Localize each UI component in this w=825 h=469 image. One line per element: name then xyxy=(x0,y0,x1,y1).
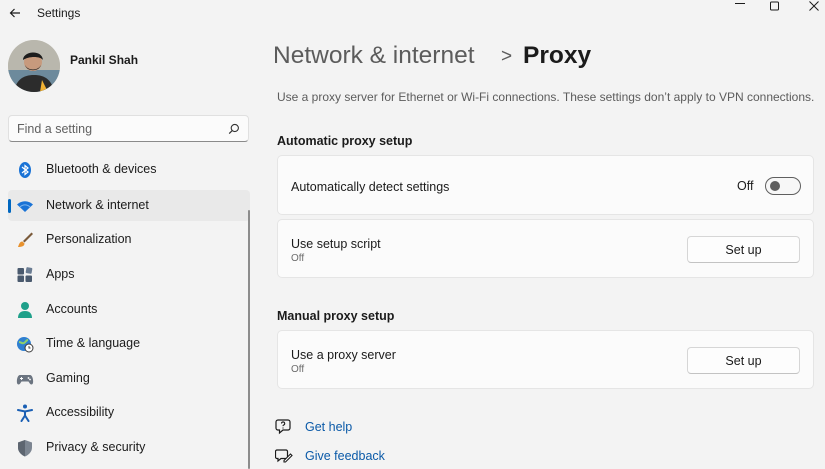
accounts-icon xyxy=(18,302,32,318)
wifi-icon xyxy=(17,201,33,212)
give-feedback-label: Give feedback xyxy=(305,449,385,463)
back-button[interactable] xyxy=(6,4,24,22)
toggle-knob xyxy=(770,181,780,191)
sidebar-item-network-internet[interactable]: Network & internet xyxy=(8,190,250,221)
sidebar-item-label: Gaming xyxy=(46,371,90,385)
breadcrumb-parent[interactable]: Network & internet xyxy=(273,42,475,70)
avatar-photo xyxy=(8,40,60,92)
get-help-label: Get help xyxy=(305,420,353,434)
selection-indicator xyxy=(8,199,11,213)
sidebar-item-privacy-security[interactable]: Privacy & security xyxy=(8,432,250,463)
maximize-icon xyxy=(770,1,779,11)
title-bar: Settings xyxy=(0,0,825,28)
auto-detect-toggle[interactable] xyxy=(765,177,801,195)
sidebar-item-bluetooth-devices[interactable]: Bluetooth & devices xyxy=(8,154,250,185)
setting-status: Off xyxy=(291,364,305,375)
globe-clock-icon xyxy=(17,337,34,353)
setup-script-button[interactable]: Set up xyxy=(687,236,800,263)
apps-icon xyxy=(17,267,33,282)
shield-icon xyxy=(18,440,32,457)
avatar xyxy=(8,40,60,92)
arrow-left-icon xyxy=(9,8,20,18)
feedback-icon xyxy=(275,449,293,463)
sidebar-item-time-language[interactable]: Time & language xyxy=(8,328,250,359)
sidebar-item-label: Apps xyxy=(46,267,75,281)
paintbrush-icon xyxy=(18,232,33,247)
toggle-state-label: Off xyxy=(737,179,754,193)
sidebar-item-label: Accessibility xyxy=(46,405,115,419)
sidebar-item-accounts[interactable]: Accounts xyxy=(8,294,250,325)
proxy-server-setup-button[interactable]: Set up xyxy=(687,347,800,374)
search-input[interactable] xyxy=(17,120,217,138)
close-icon xyxy=(809,1,819,11)
window-title: Settings xyxy=(37,6,81,20)
search-button[interactable] xyxy=(228,122,240,135)
sidebar-item-label: Personalization xyxy=(46,232,132,246)
section-title-manual: Manual proxy setup xyxy=(277,309,395,323)
page-description: Use a proxy server for Ethernet or Wi-Fi… xyxy=(277,90,815,104)
sidebar-item-gaming[interactable]: Gaming xyxy=(8,363,250,394)
gamepad-icon xyxy=(16,375,34,385)
search-icon xyxy=(228,123,239,135)
sidebar-item-apps[interactable]: Apps xyxy=(8,259,250,290)
card-proxy-server: Use a proxy server Off Set up xyxy=(277,330,814,389)
sidebar-item-label: Privacy & security xyxy=(46,440,146,454)
help-icon xyxy=(275,419,291,435)
page-title: Proxy xyxy=(523,42,592,69)
sidebar-item-label: Network & internet xyxy=(46,198,149,212)
card-auto-detect: Automatically detect settings Off xyxy=(277,155,814,215)
sidebar-item-personalization[interactable]: Personalization xyxy=(8,224,250,255)
close-button[interactable] xyxy=(796,0,825,14)
bluetooth-icon xyxy=(19,162,31,178)
section-title-automatic: Automatic proxy setup xyxy=(277,134,413,148)
sidebar-item-label: Accounts xyxy=(46,302,98,316)
setting-label: Use a proxy server xyxy=(291,348,396,362)
sidebar-item-accessibility[interactable]: Accessibility xyxy=(8,397,250,428)
minimize-icon xyxy=(735,3,745,4)
setting-label: Use setup script xyxy=(291,237,381,251)
minimize-button[interactable] xyxy=(722,0,758,14)
card-setup-script: Use setup script Off Set up xyxy=(277,219,814,278)
accessibility-icon xyxy=(17,404,33,422)
search-box[interactable] xyxy=(8,115,249,142)
breadcrumb-separator: > xyxy=(501,46,513,67)
setting-status: Off xyxy=(291,253,305,264)
sidebar-item-label: Time & language xyxy=(46,336,141,350)
sidebar-item-label: Bluetooth & devices xyxy=(46,162,157,176)
user-name: Pankil Shah xyxy=(70,53,139,67)
maximize-button[interactable] xyxy=(757,0,793,14)
sidebar-scrollbar[interactable] xyxy=(248,210,250,469)
setting-label: Automatically detect settings xyxy=(291,180,450,194)
